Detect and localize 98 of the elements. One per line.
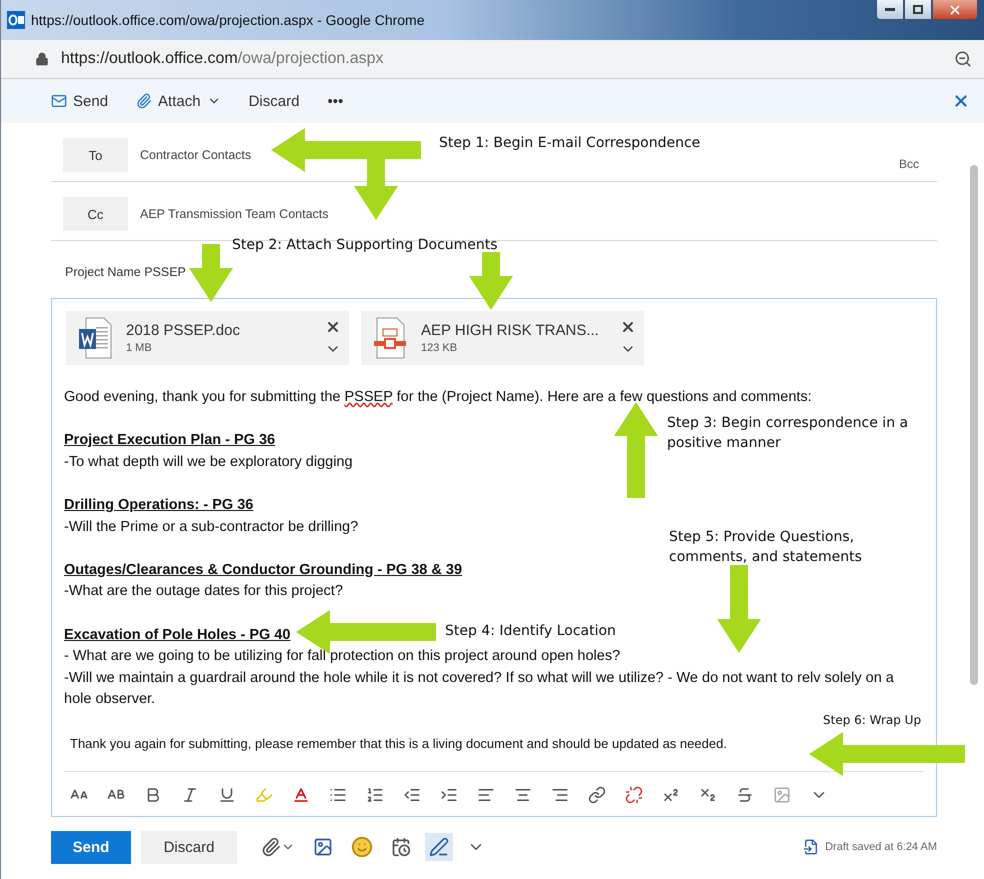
font-color-button[interactable]: [292, 786, 310, 804]
attachment-name: 2018 PSSEP.doc: [126, 322, 241, 339]
maximize-icon: [913, 5, 923, 14]
zoom-icon: [954, 50, 972, 68]
body-text: -What are the outage dates for this project?: [64, 582, 343, 602]
send-button[interactable]: Send: [51, 92, 108, 110]
calendar-clock-icon: [391, 837, 411, 857]
greeting-text: Good evening, thank you for submitting the PSSEP for the (Project Name). Here are a few questions and comments:: [64, 388, 813, 407]
close-icon: [948, 2, 962, 16]
recipient-button[interactable]: To: [63, 138, 128, 172]
superscript-button[interactable]: [662, 786, 680, 804]
align-right-button[interactable]: [551, 786, 569, 804]
url-text: https://outlook.office.com/owa/projection.aspx: [61, 50, 385, 68]
indent-button[interactable]: [440, 786, 458, 804]
address-bar[interactable]: https://outlook.office.com/owa/projection.aspx: [1, 40, 984, 79]
unlink-icon: [625, 786, 643, 804]
remove-button[interactable]: [325, 319, 341, 335]
annotation-text: Step 6: Wrap Up: [823, 712, 922, 729]
unlink-button[interactable]: [625, 786, 643, 804]
underline-button[interactable]: [218, 786, 236, 804]
discard-button[interactable]: Discard: [141, 830, 237, 864]
image-icon: [313, 837, 333, 857]
body-text: -Will we maintain a guardrail around the hole while it is not covered? If so what will we utilize? - We do not want to relv solely on a hole observer.: [64, 668, 895, 710]
pointer-arrow: [189, 244, 233, 302]
pdf-file-icon: [373, 317, 407, 359]
link-button[interactable]: [588, 786, 606, 804]
paperclip-icon: [136, 93, 152, 109]
mail-icon: [51, 93, 67, 109]
closing-text: Thank you again for submitting, please remember that this is a living document and should be updated as needed.: [70, 734, 728, 753]
discard-button[interactable]: Discard: [248, 92, 300, 110]
more-button[interactable]: •••: [327, 92, 344, 110]
subject-field[interactable]: Project Name PSSEP: [65, 265, 937, 298]
section-heading: Outages/Clearances & Conductor Grounding - PG 38 & 39: [64, 560, 462, 580]
recipient-button[interactable]: Cc: [63, 197, 128, 231]
italic-icon: [181, 786, 199, 804]
attachment-size: 1 MB: [126, 342, 153, 354]
bullet-list-icon: [329, 786, 347, 804]
close-icon: [325, 319, 341, 335]
align-left-icon: [477, 786, 495, 804]
annotation-text: Step 3: Begin correspondence in a positive manner: [667, 414, 910, 454]
subscript-button[interactable]: [699, 786, 717, 804]
body-text: - What are we going to be utilizing for fall protection on this project around open holes?: [64, 647, 620, 666]
italic-button[interactable]: [181, 786, 199, 804]
body-text: -Will the Prime or a sub-contractor be drilling?: [64, 518, 358, 537]
outdent-icon: [403, 786, 421, 804]
draft-icon: [803, 839, 820, 855]
body-text: -To what depth will we be exploratory digging: [64, 452, 353, 472]
link-icon: [588, 786, 606, 804]
close-button[interactable]: [932, 0, 978, 20]
app-logo-icon: [7, 11, 25, 29]
maximize-button[interactable]: [904, 0, 932, 20]
superscript-icon: [662, 786, 680, 804]
strikethrough-icon: [736, 786, 754, 804]
subscript-icon: [699, 786, 717, 804]
align-center-button[interactable]: [514, 786, 532, 804]
highlight-icon: [255, 786, 273, 804]
annotation-text: Step 2: Attach Supporting Documents: [232, 236, 498, 255]
attachment-card[interactable]: AEP HIGH RISK TRANS... 123 KB: [361, 311, 644, 365]
annotation-text: Step 1: Begin E-mail Correspondence: [439, 134, 700, 153]
attachment-size: 123 KB: [421, 342, 458, 354]
bullet-list-button[interactable]: [329, 786, 347, 804]
align-left-button[interactable]: [477, 786, 495, 804]
indent-icon: [440, 786, 458, 804]
section-heading: Excavation of Pole Holes - PG 40: [64, 626, 290, 645]
numbered-list-button[interactable]: [366, 786, 384, 804]
pointer-arrow: [469, 252, 513, 310]
draft-status: Draft saved at 6:24 AM: [825, 841, 937, 853]
section-heading: Drilling Operations: - PG 36: [64, 496, 254, 515]
scrollbar-thumb[interactable]: [970, 165, 978, 685]
attachment-card[interactable]: 2018 PSSEP.doc 1 MB: [66, 311, 349, 365]
section-heading: Project Execution Plan - PG 36: [64, 431, 276, 450]
annotation-text: Step 4: Identify Location: [445, 622, 616, 641]
attach-button[interactable]: Attach: [136, 92, 221, 110]
attachment-name: AEP HIGH RISK TRANS...: [421, 322, 600, 339]
image-icon: [773, 786, 791, 804]
lock-icon: [35, 52, 49, 66]
align-right-icon: [551, 786, 569, 804]
send-button[interactable]: Send: [51, 830, 131, 864]
numbered-list-icon: [366, 786, 384, 804]
recipient-field[interactable]: AEP Transmission Team Contacts: [140, 207, 329, 221]
strikethrough-button[interactable]: [736, 786, 754, 804]
align-center-icon: [514, 786, 532, 804]
smiley-icon: [351, 836, 373, 858]
recipient-field[interactable]: Contractor Contacts: [140, 148, 252, 162]
underline-icon: [218, 786, 236, 804]
minimize-icon: [885, 8, 895, 12]
font-color-icon: [292, 786, 310, 804]
annotation-text: Step 5: Provide Questions, comments, and statements: [669, 528, 863, 568]
bcc-link[interactable]: Bcc: [892, 156, 925, 172]
remove-button[interactable]: [620, 319, 636, 335]
signature-button[interactable]: [425, 833, 453, 861]
paperclip-icon: [261, 837, 281, 857]
pen-icon: [429, 837, 449, 857]
close-icon: [620, 319, 636, 335]
word-file-icon: [78, 317, 112, 359]
minimize-button[interactable]: [876, 0, 904, 20]
outdent-button[interactable]: [403, 786, 421, 804]
window-title: https://outlook.office.com/owa/projection.aspx - Google Chrome: [31, 12, 426, 28]
